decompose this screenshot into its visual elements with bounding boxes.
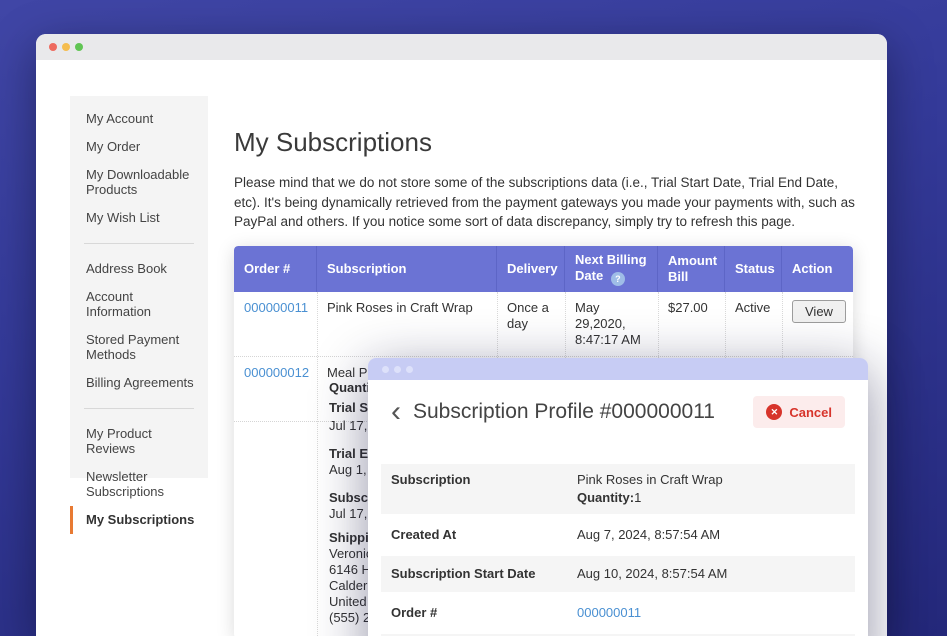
maximize-window-icon[interactable] — [75, 43, 83, 51]
sidebar-item-address-book[interactable]: Address Book — [70, 255, 208, 283]
sidebar-item-billing-agreements[interactable]: Billing Agreements — [70, 369, 208, 397]
cancel-button[interactable]: ✕ Cancel — [753, 396, 845, 428]
sidebar-divider — [84, 243, 194, 244]
column-header-next-billing-date: Next Billing Date ? — [565, 246, 658, 292]
view-button[interactable]: View — [792, 300, 846, 323]
subscription-cell: Pink Roses in Craft Wrap — [317, 292, 497, 356]
page-description: Please mind that we do not store some of… — [234, 173, 855, 232]
modal-row-subscription-start-date: Subscription Start Date Aug 10, 2024, 8:… — [381, 556, 855, 592]
modal-row-subscription: Subscription Pink Roses in Craft Wrap Qu… — [381, 464, 855, 514]
window-titlebar — [36, 34, 887, 60]
subscription-profile-modal: ‹ Subscription Profile #000000011 ✕ Canc… — [368, 358, 868, 636]
column-header-amount-bill: Amount Bill — [658, 246, 725, 292]
modal-body: ‹ Subscription Profile #000000011 ✕ Canc… — [368, 380, 868, 636]
minimize-window-icon[interactable] — [62, 43, 70, 51]
modal-row-created-at: Created At Aug 7, 2024, 8:57:54 AM — [381, 516, 855, 554]
sidebar-item-account-information[interactable]: Account Information — [70, 283, 208, 326]
column-header-status: Status — [725, 246, 782, 292]
back-chevron-icon[interactable]: ‹ — [391, 397, 401, 427]
sidebar-item-my-subscriptions[interactable]: My Subscriptions — [70, 506, 208, 534]
column-header-delivery: Delivery — [497, 246, 565, 292]
modal-window-dot-icon — [382, 366, 389, 373]
column-header-subscription: Subscription — [317, 246, 497, 292]
amount-cell: $27.00 — [658, 292, 725, 356]
cancel-x-icon: ✕ — [766, 404, 782, 420]
sidebar-item-my-product-reviews[interactable]: My Product Reviews — [70, 420, 208, 463]
modal-titlebar — [368, 358, 868, 380]
help-icon[interactable]: ? — [611, 272, 625, 286]
sidebar-item-stored-payment-methods[interactable]: Stored Payment Methods — [70, 326, 208, 369]
sidebar-item-my-account[interactable]: My Account — [70, 105, 208, 133]
modal-order-link[interactable]: 000000011 — [577, 605, 641, 620]
delivery-cell: Once a day — [497, 292, 565, 356]
order-link[interactable]: 000000012 — [244, 365, 309, 380]
account-sidebar: My Account My Order My Downloadable Prod… — [70, 96, 208, 478]
sidebar-divider — [84, 408, 194, 409]
table-header-row: Order # Subscription Delivery Next Billi… — [234, 246, 853, 292]
close-window-icon[interactable] — [49, 43, 57, 51]
column-header-action: Action — [782, 246, 853, 292]
modal-window-dot-icon — [394, 366, 401, 373]
modal-row-order-number: Order # 000000011 — [381, 594, 855, 632]
status-cell: Active — [725, 292, 782, 356]
column-header-order: Order # — [234, 246, 317, 292]
modal-detail-rows: Subscription Pink Roses in Craft Wrap Qu… — [381, 464, 855, 636]
table-row: 000000011 Pink Roses in Craft Wrap Once … — [234, 292, 853, 357]
sidebar-item-newsletter-subscriptions[interactable]: Newsletter Subscriptions — [70, 463, 208, 506]
next-billing-cell: May 29,2020, 8:47:17 AM — [565, 292, 658, 356]
sidebar-item-my-downloadable-products[interactable]: My Downloadable Products — [70, 161, 208, 204]
page-title: My Subscriptions — [234, 127, 855, 157]
sidebar-item-my-order[interactable]: My Order — [70, 133, 208, 161]
modal-window-dot-icon — [406, 366, 413, 373]
order-link[interactable]: 000000011 — [244, 300, 308, 315]
modal-title: Subscription Profile #000000011 — [413, 397, 715, 427]
sidebar-item-my-wish-list[interactable]: My Wish List — [70, 204, 208, 232]
